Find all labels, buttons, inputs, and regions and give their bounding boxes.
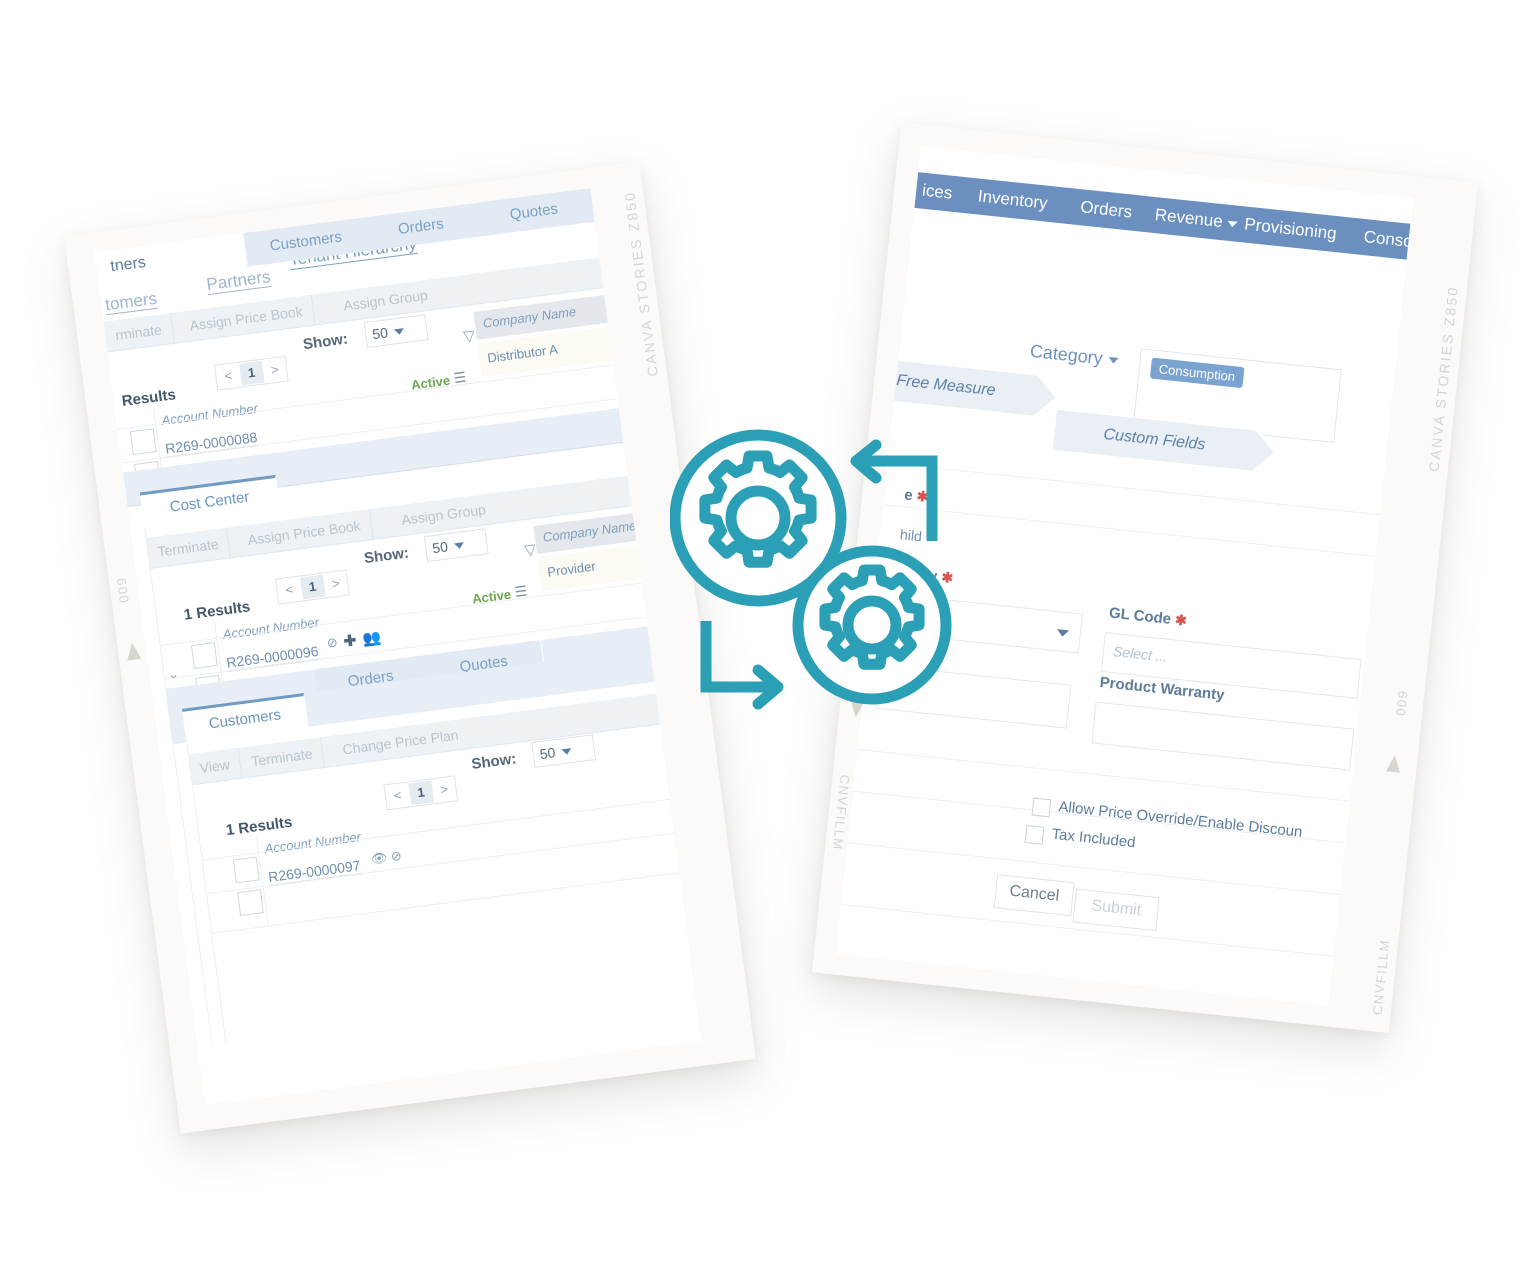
panel3-pager[interactable]: < 1 > bbox=[383, 775, 459, 811]
category-filter[interactable]: Category bbox=[1029, 341, 1120, 371]
panel1-cell-account-number[interactable]: R269-0000088 bbox=[164, 429, 258, 457]
row-expand-chevron-icon[interactable]: ⌄ bbox=[166, 665, 180, 683]
panel1-row-checkbox-1[interactable] bbox=[129, 428, 157, 456]
nav-item-revenue[interactable]: Revenue bbox=[1153, 197, 1239, 241]
tab-customers-link[interactable]: tomers bbox=[104, 289, 158, 316]
nav-item-console[interactable]: Console bbox=[1362, 219, 1413, 261]
panel1-pager-next[interactable]: > bbox=[262, 358, 288, 383]
panel3-show-label: Show: bbox=[470, 750, 518, 773]
panel3-terminate-button[interactable]: Terminate bbox=[239, 737, 326, 778]
panel1-terminate-button[interactable]: rminate bbox=[103, 313, 175, 352]
panel1-pager-current[interactable]: 1 bbox=[238, 360, 265, 386]
cancel-button[interactable]: Cancel bbox=[993, 874, 1075, 917]
panel1-show-value: 50 bbox=[371, 324, 389, 343]
panel1-pager-prev[interactable]: < bbox=[215, 364, 241, 389]
submit-button: Submit bbox=[1072, 888, 1160, 932]
panel2-pager[interactable]: < 1 > bbox=[275, 569, 351, 605]
panel3-results-count: 1 Results bbox=[224, 813, 294, 840]
panel2-pager-next[interactable]: > bbox=[323, 572, 349, 597]
required-asterisk-icon-3: ✱ bbox=[1174, 611, 1188, 629]
screenshot-stage: CANVA STORIES Z850 009 tners tomers Part… bbox=[0, 0, 1524, 1271]
panel2-col-account-number: Account Number bbox=[221, 614, 320, 642]
panel2-show-label: Show: bbox=[363, 544, 410, 568]
panel2-show-select[interactable]: 50 bbox=[423, 528, 489, 563]
panel1-results-count: Results bbox=[120, 386, 177, 410]
tab-orders-1-label: Orders bbox=[397, 215, 445, 238]
chevron-down-icon bbox=[560, 748, 572, 756]
edge-brand-code-right: CANVA STORIES Z850 bbox=[1425, 284, 1462, 473]
panel3-cell-account-number[interactable]: R269-0000097 bbox=[267, 857, 361, 885]
panel3-row-checkbox-1[interactable] bbox=[232, 856, 260, 884]
breadcrumb: tners bbox=[109, 253, 147, 276]
left-card-viewport: tners tomers Partners Tenant Hierarchy r… bbox=[94, 187, 702, 1106]
tab-partners-link[interactable]: Partners bbox=[205, 267, 271, 295]
arrow-left-icon bbox=[850, 439, 938, 541]
edge-marker-triangle-left bbox=[125, 641, 142, 661]
panel3-pager-current[interactable]: 1 bbox=[408, 780, 434, 806]
eye-icon[interactable]: 👁 bbox=[370, 850, 388, 868]
block-icon[interactable]: ⊘ bbox=[326, 634, 339, 651]
block-icon-2[interactable]: ⊘ bbox=[390, 848, 403, 865]
panel1-assign-price-book-button[interactable]: Assign Price Book bbox=[177, 294, 316, 342]
edge-marker-triangle-right bbox=[1386, 754, 1402, 773]
tab-customers-1-label: Customers bbox=[268, 228, 343, 255]
field-label-gl-code: GL Code ✱ bbox=[1108, 604, 1187, 629]
panel3-show-value: 50 bbox=[538, 744, 557, 763]
wizard-step-free-measure-label: Free Measure bbox=[895, 371, 997, 400]
left-screenshot-card: CANVA STORIES Z850 009 tners tomers Part… bbox=[64, 161, 756, 1134]
panel3-pager-prev[interactable]: < bbox=[385, 783, 411, 808]
chevron-down-icon bbox=[1227, 220, 1238, 228]
checkbox-label-tax-included: Tax Included bbox=[1050, 825, 1137, 852]
arrow-right-icon bbox=[700, 621, 784, 710]
tab-customers-2-label: Customers bbox=[207, 706, 282, 733]
gears-sync-graphic bbox=[669, 425, 970, 725]
filter-icon[interactable]: ▽ bbox=[462, 326, 476, 345]
wizard-step-custom-fields-label: Custom Fields bbox=[1102, 425, 1207, 454]
panel3-row-checkbox-2[interactable] bbox=[237, 889, 264, 917]
chevron-down-icon bbox=[1108, 357, 1119, 365]
nav-item-services[interactable]: ices bbox=[920, 173, 954, 212]
panel2-show-value: 50 bbox=[431, 538, 449, 557]
field-input-product-warranty[interactable] bbox=[1091, 701, 1355, 771]
panel3-col-account-number: Account Number bbox=[263, 828, 362, 857]
gear-small-icon bbox=[792, 545, 952, 705]
chevron-down-icon bbox=[393, 328, 405, 336]
tab-cost-center-label: Cost Center bbox=[168, 488, 251, 516]
panel1-show-select[interactable]: 50 bbox=[363, 314, 429, 349]
panel3-change-price-plan-button[interactable]: Change Price Plan bbox=[331, 718, 470, 765]
add-user-icon[interactable]: 👥 bbox=[361, 628, 382, 648]
nav-item-orders[interactable]: Orders bbox=[1078, 189, 1133, 230]
edge-frame-number-right: 009 bbox=[1392, 688, 1411, 717]
tab-quotes-1[interactable]: Quotes bbox=[473, 187, 596, 237]
tab-orders-1[interactable]: Orders bbox=[364, 203, 479, 252]
nav-item-revenue-label: Revenue bbox=[1153, 205, 1224, 232]
panel1-col-account-number: Account Number bbox=[160, 400, 259, 429]
chevron-down-icon bbox=[453, 542, 465, 550]
wizard-step-free-measure[interactable]: Free Measure bbox=[854, 356, 1038, 416]
panel1-pager[interactable]: < 1 > bbox=[213, 355, 290, 391]
category-label: Category bbox=[1029, 340, 1104, 369]
edge-frame-number-left: 009 bbox=[113, 575, 132, 604]
checkbox-tax-included[interactable] bbox=[1024, 824, 1045, 845]
edge-film-code-right: CNVFILLM bbox=[1369, 938, 1393, 1016]
panel3-pager-next[interactable]: > bbox=[431, 777, 457, 802]
panel2-pager-current[interactable]: 1 bbox=[299, 574, 326, 600]
panel2-row-checkbox-1[interactable] bbox=[190, 642, 218, 670]
field-label-gl-code-text: GL Code bbox=[1108, 604, 1172, 628]
panel2-cell-account-number[interactable]: R269-0000096 bbox=[225, 643, 319, 671]
panel2-assign-price-book-button[interactable]: Assign Price Book bbox=[235, 509, 374, 557]
nav-item-inventory[interactable]: Inventory bbox=[976, 179, 1049, 222]
form-rule-5 bbox=[847, 842, 1340, 896]
panel2-terminate-button[interactable]: Terminate bbox=[145, 527, 232, 568]
plus-icon[interactable]: ✚ bbox=[343, 631, 358, 650]
checkbox-allow-price-override[interactable] bbox=[1031, 797, 1052, 818]
tab-quotes-1-label: Quotes bbox=[508, 200, 560, 224]
chevron-down-icon-uency[interactable] bbox=[1056, 629, 1070, 638]
panel1-show-label: Show: bbox=[302, 330, 349, 354]
panel2-pager-prev[interactable]: < bbox=[276, 578, 302, 603]
nav-item-provisioning[interactable]: Provisioning bbox=[1243, 207, 1339, 252]
edge-brand-code-left: CANVA STORIES Z850 bbox=[621, 189, 662, 378]
panel2-results-count: 1 Results bbox=[182, 598, 252, 624]
